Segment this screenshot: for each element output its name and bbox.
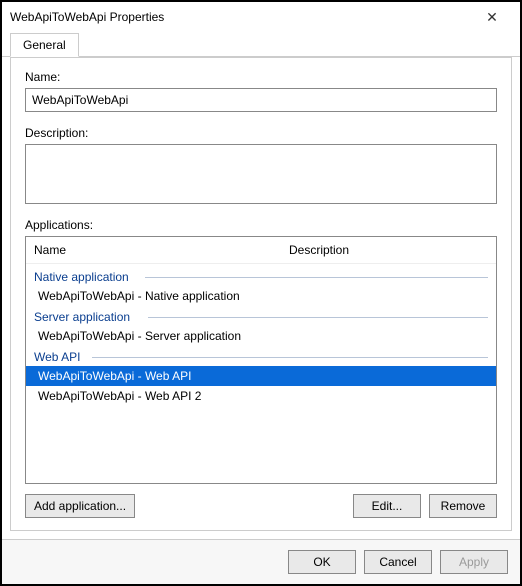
ok-button[interactable]: OK [288, 550, 356, 574]
applications-buttons: Add application... Edit... Remove [25, 494, 497, 518]
close-icon[interactable]: ✕ [472, 9, 512, 26]
app-item[interactable]: WebApiToWebApi - Server application [26, 326, 496, 346]
app-item[interactable]: WebApiToWebApi - Web API [26, 366, 496, 386]
app-group-heading: Native application [26, 266, 496, 286]
edit-button[interactable]: Edit... [353, 494, 421, 518]
description-field[interactable] [25, 144, 497, 204]
remove-button[interactable]: Remove [429, 494, 497, 518]
applications-list: Name Description Native applicationWebAp… [25, 236, 497, 484]
general-pane: Name: Description: Applications: Name De… [10, 57, 512, 531]
applications-body: Native applicationWebApiToWebApi - Nativ… [26, 264, 496, 483]
app-group-heading: Server application [26, 306, 496, 326]
applications-label: Applications: [25, 218, 497, 232]
apply-button[interactable]: Apply [440, 550, 508, 574]
tab-strip: General [2, 32, 520, 57]
window-title: WebApiToWebApi Properties [10, 10, 472, 24]
add-application-button[interactable]: Add application... [25, 494, 135, 518]
name-label: Name: [25, 70, 497, 84]
column-description[interactable]: Description [289, 243, 488, 257]
applications-columns: Name Description [26, 237, 496, 264]
name-field[interactable] [25, 88, 497, 112]
description-label: Description: [25, 126, 497, 140]
tab-general[interactable]: General [10, 33, 79, 57]
app-item[interactable]: WebApiToWebApi - Web API 2 [26, 386, 496, 406]
app-group-heading: Web API [26, 346, 496, 366]
column-name[interactable]: Name [34, 243, 289, 257]
dialog-footer: OK Cancel Apply [2, 539, 520, 584]
app-item[interactable]: WebApiToWebApi - Native application [26, 286, 496, 306]
cancel-button[interactable]: Cancel [364, 550, 432, 574]
properties-dialog: WebApiToWebApi Properties ✕ General Name… [0, 0, 522, 586]
titlebar: WebApiToWebApi Properties ✕ [2, 2, 520, 32]
